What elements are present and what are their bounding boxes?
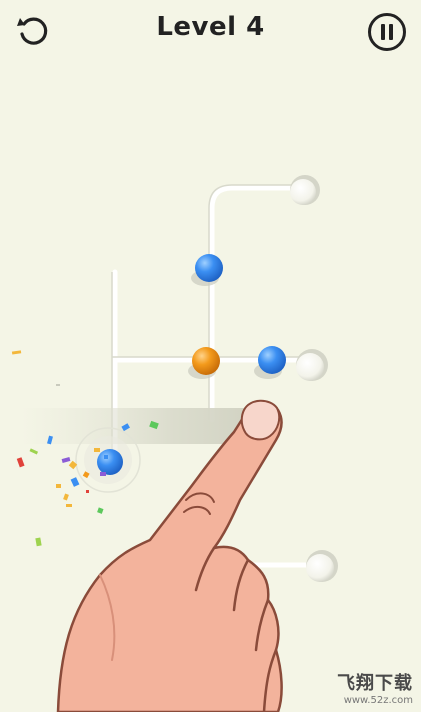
potted-blue-ball — [75, 427, 141, 493]
hole — [290, 175, 320, 205]
hole — [296, 349, 328, 381]
game-board — [11, 175, 338, 712]
game-screen: Level 4 飞翔下载 www.52z.com — [0, 0, 421, 712]
watermark-brand: 飞翔下载 — [337, 673, 413, 694]
blue-ball[interactable] — [191, 254, 223, 286]
site-watermark: 飞翔下载 www.52z.com — [337, 669, 413, 706]
orange-ball[interactable] — [188, 347, 220, 379]
hole — [306, 550, 338, 582]
blue-ball[interactable] — [254, 346, 286, 379]
watermark-url: www.52z.com — [343, 695, 413, 706]
confetti — [11, 350, 159, 547]
